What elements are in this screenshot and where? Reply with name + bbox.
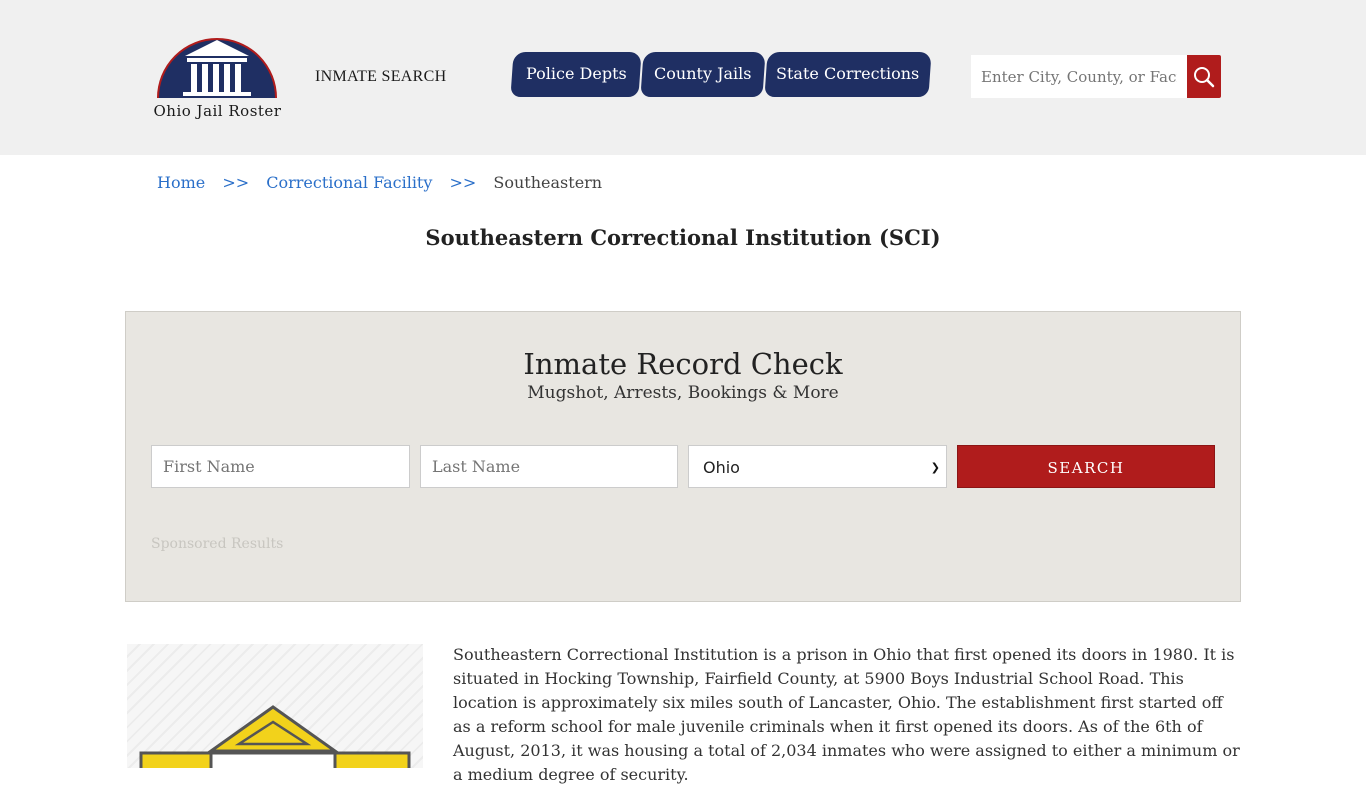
facility-illustration: [127, 644, 423, 768]
record-search-button[interactable]: SEARCH: [957, 445, 1215, 488]
breadcrumb-correctional-facility[interactable]: Correctional Facility: [266, 173, 432, 192]
site-search: [971, 55, 1221, 98]
chevron-down-icon: ❯: [930, 461, 940, 474]
breadcrumb-separator: >>: [222, 173, 250, 192]
breadcrumb-home[interactable]: Home: [157, 173, 205, 192]
logo-text: Ohio Jail Roster: [153, 102, 282, 120]
first-name-input[interactable]: [151, 445, 410, 488]
site-logo[interactable]: Ohio Jail Roster: [145, 34, 290, 124]
site-search-button[interactable]: [1187, 55, 1221, 98]
facility-description: Southeastern Correctional Institution is…: [453, 645, 1240, 784]
breadcrumb: Home >> Correctional Facility >> Southea…: [157, 173, 602, 192]
inmate-record-check: Inmate Record Check Mugshot, Arrests, Bo…: [125, 311, 1241, 602]
breadcrumb-current: Southeastern: [493, 173, 603, 192]
site-header: Ohio Jail Roster INMATE SEARCH Police De…: [0, 0, 1366, 155]
breadcrumb-separator: >>: [449, 173, 477, 192]
nav-tab-label: Police Depts: [525, 64, 627, 83]
nav-tab-police-depts[interactable]: Police Depts: [510, 52, 642, 97]
state-select-value: Ohio: [703, 458, 740, 477]
search-icon: [1194, 67, 1215, 88]
nav-tab-label: County Jails: [654, 64, 752, 83]
state-select[interactable]: Ohio ❯: [688, 445, 947, 488]
nav-tab-state-corrections[interactable]: State Corrections: [764, 52, 932, 97]
sponsored-results-label: Sponsored Results: [151, 536, 284, 552]
record-check-title: Inmate Record Check: [523, 347, 843, 381]
nav-tab-label: State Corrections: [776, 64, 920, 83]
record-check-subtitle: Mugshot, Arrests, Bookings & More: [527, 383, 839, 403]
page-title: Southeastern Correctional Institution (S…: [425, 225, 941, 250]
inmate-search-link[interactable]: INMATE SEARCH: [315, 68, 446, 86]
courthouse-logo-icon: [157, 38, 277, 99]
nav-tab-county-jails[interactable]: County Jails: [640, 52, 766, 97]
prison-building-icon: [139, 705, 411, 768]
last-name-input[interactable]: [420, 445, 678, 488]
site-search-input[interactable]: [971, 55, 1187, 98]
